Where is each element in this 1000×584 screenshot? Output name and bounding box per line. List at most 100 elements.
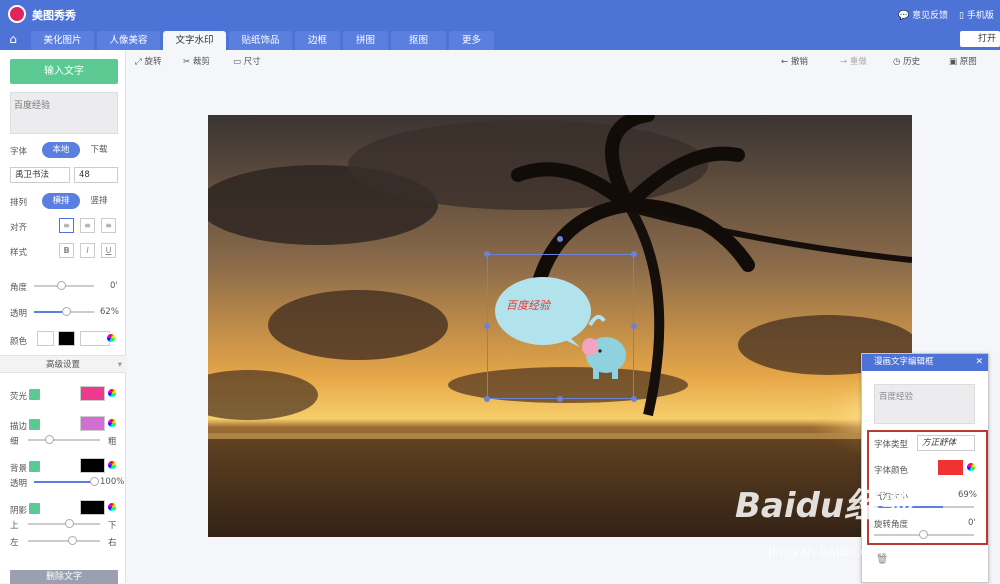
resize-handle-br[interactable] [631, 396, 637, 402]
background-color-swatch[interactable] [80, 458, 105, 473]
edit-toolbar: ⤢ 旋转 ✂ 裁剪 ▭ 尺寸 ← 撤销 → 重做 ◷ 历史 ▣ 原图 [127, 50, 1000, 72]
resize-handle-r[interactable] [631, 323, 637, 329]
resize-handle-bl[interactable] [484, 396, 490, 402]
tab-more[interactable]: 更多 [449, 31, 494, 50]
align-label: 对齐 [10, 223, 28, 233]
stroke-checkbox[interactable] [29, 419, 40, 430]
align-center-icon[interactable]: ≡ [80, 218, 95, 233]
stroke-label: 描边 [10, 422, 28, 432]
advanced-settings-toggle[interactable]: 高级设置 ▾ [0, 355, 126, 373]
tab-bar: ⌂ 美化图片 人像美容 文字水印 贴纸饰品 边框 拼图 抠图 更多 打开 [0, 28, 1000, 50]
background-opacity-slider[interactable] [34, 481, 96, 483]
original-button[interactable]: ▣ 原图 [949, 55, 977, 67]
shadow-horizontal-slider[interactable] [28, 540, 100, 542]
underline-button[interactable]: U [101, 243, 116, 258]
mobile-link[interactable]: ▯ 手机版 [959, 8, 994, 21]
layout-horizontal[interactable]: 横排 [42, 193, 80, 209]
stroke-color-picker-icon[interactable] [107, 418, 117, 428]
font-size-select[interactable]: 48 [74, 167, 118, 183]
feedback-label: 意见反馈 [912, 11, 949, 21]
background-opacity-handle[interactable] [90, 477, 99, 486]
shadow-color-picker-icon[interactable] [107, 502, 117, 512]
feedback-link[interactable]: 💬 意见反馈 [898, 8, 948, 21]
tab-stickers[interactable]: 贴纸饰品 [229, 31, 292, 50]
resize-handle-b[interactable] [557, 396, 563, 402]
selection-box[interactable] [487, 254, 634, 399]
tab-beautify[interactable]: 美化图片 [31, 31, 94, 50]
chevron-down-icon: ▾ [117, 360, 122, 370]
stroke-color-swatch[interactable] [80, 416, 105, 431]
bold-button[interactable]: B [59, 243, 74, 258]
rotate-handle[interactable] [557, 236, 563, 242]
text-input[interactable]: 百度经验 [10, 92, 118, 134]
history-button[interactable]: ◷ 历史 [893, 55, 920, 67]
color-black-swatch[interactable] [58, 331, 75, 346]
tab-collage[interactable]: 拼图 [343, 31, 388, 50]
clock-icon: ◷ [893, 57, 901, 67]
font-color-swatch[interactable] [938, 460, 963, 475]
font-color-picker-icon[interactable] [966, 462, 976, 472]
stroke-width-slider[interactable] [28, 439, 100, 441]
align-left-icon[interactable]: ≡ [59, 218, 74, 233]
undo-button[interactable]: ← 撤销 [781, 55, 808, 67]
text-settings-panel: 输入文字 百度经验 字体 本地 下载 禹卫书法 48 排列 横排 竖排 对齐 ≡… [0, 50, 126, 584]
rotate-label: 旋转 [144, 57, 162, 67]
shadow-checkbox[interactable] [29, 503, 40, 514]
shadow-right-label: 右 [108, 538, 117, 548]
open-button[interactable]: 打开 [960, 31, 1000, 47]
color-white-swatch[interactable] [37, 331, 54, 346]
italic-button[interactable]: I [80, 243, 95, 258]
resize-button[interactable]: ▭ 尺寸 [233, 55, 261, 67]
shadow-left-label: 左 [10, 538, 19, 548]
add-text-button[interactable]: 输入文字 [10, 59, 118, 84]
font-type-select[interactable]: 方正舒体 [917, 435, 975, 451]
resize-handle-tr[interactable] [631, 251, 637, 257]
glow-checkbox[interactable] [29, 389, 40, 400]
home-icon[interactable]: ⌂ [6, 32, 20, 46]
stroke-width-handle[interactable] [45, 435, 54, 444]
rotate-angle-handle[interactable] [919, 530, 928, 539]
dialog-title-bar: 漫画文字编辑框 ✕ [862, 354, 988, 371]
redo-button[interactable]: → 重做 [840, 55, 867, 67]
font-family-select[interactable]: 禹卫书法 [10, 167, 70, 183]
layout-vertical[interactable]: 竖排 [81, 193, 117, 209]
resize-label: 尺寸 [243, 57, 261, 67]
opacity-slider-handle[interactable] [62, 307, 71, 316]
background-color-picker-icon[interactable] [107, 460, 117, 470]
shadow-color-swatch[interactable] [80, 500, 105, 515]
delete-text-button[interactable]: 删除文字 [10, 570, 118, 584]
background-opacity-label: 透明 [10, 479, 28, 489]
undo-label: 撤销 [790, 57, 808, 67]
phone-icon: ▯ [959, 11, 964, 21]
glow-color-picker-icon[interactable] [107, 388, 117, 398]
resize-handle-l[interactable] [484, 323, 490, 329]
align-right-icon[interactable]: ≡ [101, 218, 116, 233]
tab-text-watermark[interactable]: 文字水印 [163, 31, 226, 50]
background-label: 背景 [10, 464, 28, 474]
crop-button[interactable]: ✂ 裁剪 [183, 55, 210, 67]
background-checkbox[interactable] [29, 461, 40, 472]
shadow-vertical-slider[interactable] [28, 523, 100, 525]
glow-color-swatch[interactable] [80, 386, 105, 401]
tab-portrait[interactable]: 人像美容 [97, 31, 160, 50]
redo-arrow-icon: → [840, 57, 848, 67]
background-opacity-value: 100% [100, 477, 125, 487]
shadow-horizontal-handle[interactable] [68, 536, 77, 545]
font-color-label: 字体颜色 [874, 466, 909, 476]
font-download-toggle[interactable]: 下载 [81, 142, 117, 158]
shadow-down-label: 下 [108, 521, 117, 531]
tab-cutout[interactable]: 抠图 [391, 31, 446, 50]
close-icon[interactable]: ✕ [975, 354, 983, 371]
dialog-text-input[interactable]: 百度经验 [874, 384, 975, 424]
resize-handle-tl[interactable] [484, 251, 490, 257]
angle-slider-handle[interactable] [57, 281, 66, 290]
font-label: 字体 [10, 147, 28, 157]
opacity-value: 62% [100, 307, 119, 317]
font-local-toggle[interactable]: 本地 [42, 142, 80, 158]
tab-border[interactable]: 边框 [295, 31, 340, 50]
color-picker-icon[interactable] [106, 333, 116, 343]
rotate-button[interactable]: ⤢ 旋转 [135, 55, 162, 67]
mobile-label: 手机版 [966, 11, 994, 21]
shadow-vertical-handle[interactable] [65, 519, 74, 528]
history-label: 历史 [903, 57, 921, 67]
